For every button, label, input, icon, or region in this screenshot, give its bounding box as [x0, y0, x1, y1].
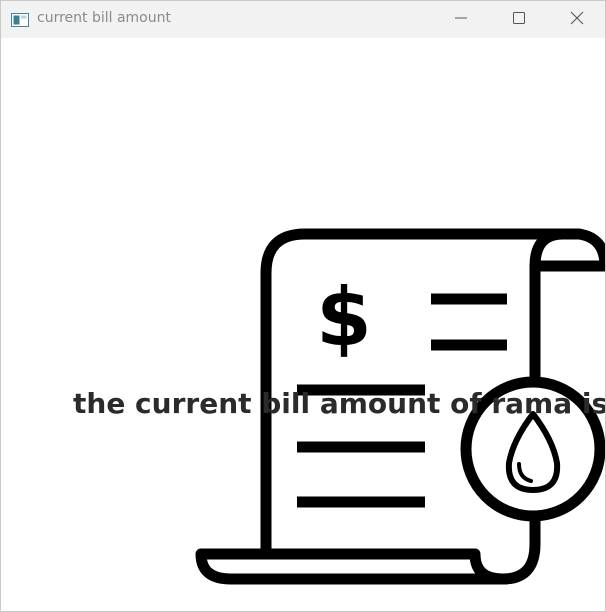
- maximize-button[interactable]: [490, 1, 548, 38]
- minimize-button[interactable]: [432, 1, 490, 38]
- close-button[interactable]: [548, 1, 606, 38]
- title-bar[interactable]: current bill amount: [1, 1, 605, 38]
- window-title: current bill amount: [37, 10, 171, 26]
- window-content: $ the current bill amount of rama is: [1, 38, 605, 611]
- minimize-icon: [454, 10, 468, 29]
- app-window: current bill amount $ the current bill a…: [0, 0, 606, 612]
- water-bill-receipt-icon: $: [195, 228, 605, 585]
- window-app-icon: [11, 12, 29, 27]
- close-icon: [570, 10, 584, 29]
- maximize-icon: [512, 10, 526, 29]
- dollar-sign-icon: $: [316, 271, 372, 364]
- bill-amount-message: the current bill amount of rama is: [73, 387, 605, 420]
